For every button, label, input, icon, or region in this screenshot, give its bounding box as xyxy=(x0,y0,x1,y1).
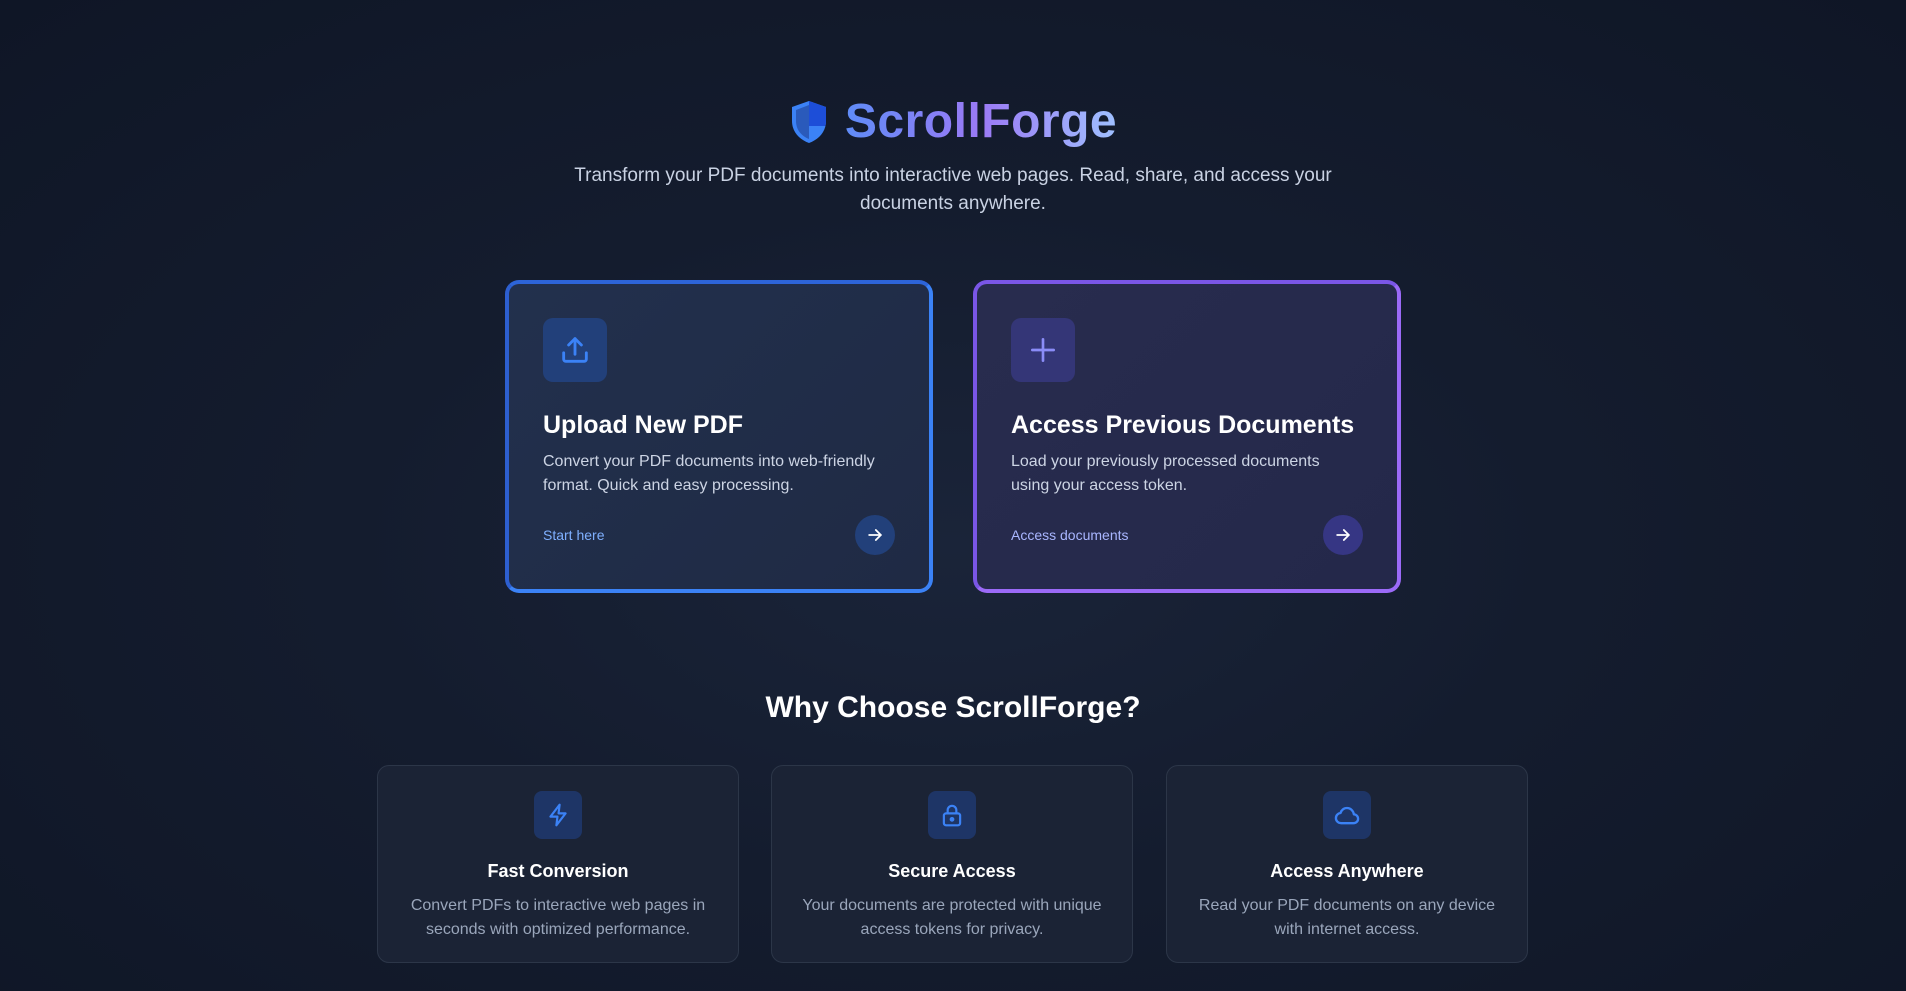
card-footer: Access documents xyxy=(1011,515,1363,555)
brand-name: ScrollForge xyxy=(844,95,1118,148)
cloud-icon-box xyxy=(1323,791,1371,839)
access-documents-link[interactable]: Access documents xyxy=(1011,527,1129,543)
feature-description: Your documents are protected with unique… xyxy=(802,897,1102,938)
lock-icon xyxy=(942,804,962,827)
card-description: Load your previously processed documents… xyxy=(1011,453,1320,494)
lightning-icon-box xyxy=(534,791,582,839)
card-description: Convert your PDF documents into web-frie… xyxy=(543,453,875,494)
upload-icon xyxy=(562,337,588,363)
start-here-link[interactable]: Start here xyxy=(543,527,604,543)
lightning-icon xyxy=(549,803,567,827)
access-documents-card[interactable]: Access Previous Documents Load your prev… xyxy=(973,280,1401,593)
page: ScrollForge Transform your PDF documents… xyxy=(0,0,1906,991)
upload-arrow-button[interactable] xyxy=(855,515,895,555)
arrow-right-icon xyxy=(868,529,882,541)
card-footer: Start here xyxy=(543,515,895,555)
feature-title: Fast Conversion xyxy=(487,861,629,881)
card-title: Upload New PDF xyxy=(543,411,744,439)
upload-icon-box xyxy=(543,318,607,382)
access-arrow-button[interactable] xyxy=(1323,515,1363,555)
card-title: Access Previous Documents xyxy=(1011,411,1355,439)
why-section-title: Why Choose ScrollForge? xyxy=(765,691,1141,724)
lock-icon-box xyxy=(928,791,976,839)
feature-card-secure-access: Secure Access Your documents are protect… xyxy=(771,765,1133,963)
plus-icon xyxy=(1031,338,1055,362)
feature-card-fast-conversion: Fast Conversion Convert PDFs to interact… xyxy=(377,765,739,963)
tagline: Transform your PDF documents into intera… xyxy=(574,165,1332,214)
hero-header: ScrollForge Transform your PDF documents… xyxy=(0,94,1906,218)
shield-icon xyxy=(791,101,826,143)
feature-card-access-anywhere: Access Anywhere Read your PDF documents … xyxy=(1166,765,1528,963)
feature-description: Convert PDFs to interactive web pages in… xyxy=(410,897,706,938)
brand: ScrollForge xyxy=(789,94,1117,150)
feature-title: Secure Access xyxy=(888,861,1016,881)
arrow-right-icon xyxy=(1336,529,1350,541)
upload-pdf-card[interactable]: Upload New PDF Convert your PDF document… xyxy=(505,280,933,593)
feature-description: Read your PDF documents on any device wi… xyxy=(1198,897,1496,938)
cloud-icon xyxy=(1334,806,1360,825)
plus-icon-box xyxy=(1011,318,1075,382)
feature-title: Access Anywhere xyxy=(1270,861,1424,881)
